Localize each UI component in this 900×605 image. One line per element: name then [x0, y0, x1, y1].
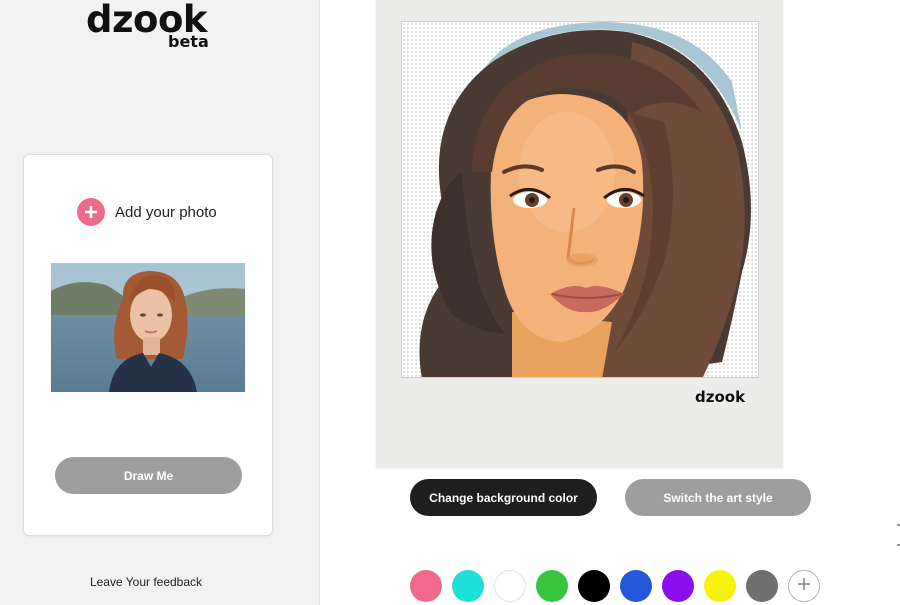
brand-tag: beta	[168, 32, 209, 51]
draw-me-button[interactable]: Draw Me	[55, 457, 242, 494]
add-photo-label: Add your photo	[115, 203, 217, 221]
swatch-black[interactable]	[578, 570, 610, 602]
add-color-button[interactable]	[788, 570, 820, 602]
brand-logo[interactable]: dzook beta	[86, 0, 216, 52]
swatch-cyan[interactable]	[452, 570, 484, 602]
swatch-pink[interactable]	[410, 570, 442, 602]
swatch-purple[interactable]	[662, 570, 694, 602]
change-background-color-button[interactable]: Change background color	[410, 479, 597, 516]
color-swatches	[410, 570, 820, 602]
swatch-blue[interactable]	[620, 570, 652, 602]
watermark-logo: dzook	[695, 388, 746, 406]
swatch-green[interactable]	[536, 570, 568, 602]
swatch-gray[interactable]	[746, 570, 778, 602]
sidebar: dzook beta Add your photo Draw Me Leave …	[0, 0, 320, 605]
feedback-link[interactable]: Leave Your feedback	[0, 575, 292, 589]
edge-marks	[896, 520, 900, 560]
result-polaroid: dzook	[376, 0, 783, 468]
swatch-white[interactable]	[494, 570, 526, 602]
upload-card: Add your photo Draw Me	[23, 154, 273, 536]
add-photo-button[interactable]: Add your photo	[77, 197, 217, 227]
uploaded-photo	[51, 263, 245, 392]
swatch-yellow[interactable]	[704, 570, 736, 602]
switch-art-style-button[interactable]: Switch the art style	[625, 479, 811, 516]
plus-circle-icon	[77, 198, 105, 226]
cartoon-portrait	[401, 21, 759, 378]
plus-icon	[797, 577, 811, 596]
